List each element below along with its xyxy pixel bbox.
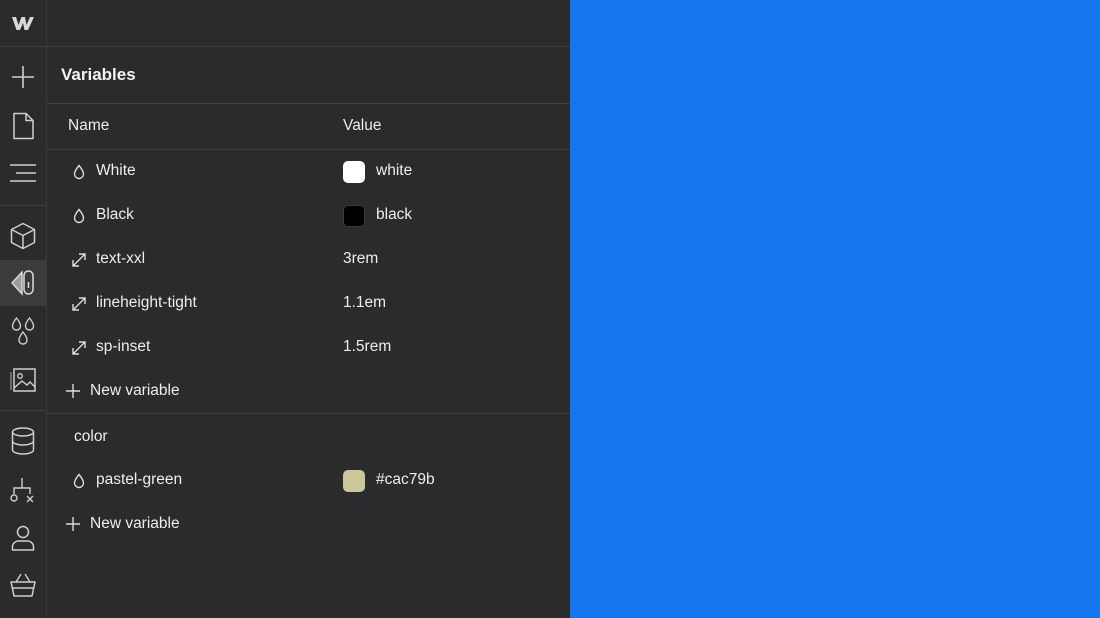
plus-icon — [66, 384, 80, 398]
variable-row-text-xxl[interactable]: text-xxl 3rem — [47, 238, 570, 282]
rail-divider — [0, 46, 46, 47]
variable-name[interactable]: lineheight-tight — [96, 294, 197, 312]
group-name[interactable]: color — [74, 428, 108, 446]
new-variable-label: New variable — [90, 515, 180, 532]
resize-arrow-icon — [72, 253, 86, 267]
logic-icon[interactable] — [0, 467, 46, 513]
variable-row-black[interactable]: Black black — [47, 194, 570, 238]
variable-name[interactable]: pastel-green — [96, 471, 182, 489]
variables-icon[interactable] — [0, 308, 46, 354]
style-manager-icon[interactable] — [0, 260, 46, 306]
variable-row-sp-inset[interactable]: sp-inset 1.5rem — [47, 326, 570, 370]
ecommerce-icon[interactable] — [0, 562, 46, 608]
rail-divider — [0, 410, 46, 411]
variables-panel: Variables Name Value White white Black b… — [47, 0, 570, 618]
variable-name[interactable]: White — [96, 162, 136, 180]
variable-value[interactable]: 1.5rem — [343, 338, 391, 356]
variable-value[interactable]: #cac79b — [376, 471, 435, 489]
color-swatch[interactable] — [343, 470, 365, 492]
new-variable-button[interactable]: New variable — [65, 379, 180, 403]
components-icon[interactable] — [0, 213, 46, 259]
new-variable-label: New variable — [90, 382, 180, 399]
variable-value[interactable]: 3rem — [343, 250, 378, 268]
variable-row-white[interactable]: White white — [47, 150, 570, 194]
variable-name[interactable]: text-xxl — [96, 250, 145, 268]
resize-arrow-icon — [72, 341, 86, 355]
users-icon[interactable] — [0, 515, 46, 561]
navigator-icon[interactable] — [0, 150, 46, 196]
divider — [47, 413, 570, 414]
variable-row-pastel-green[interactable]: pastel-green #cac79b — [47, 459, 570, 503]
plus-icon — [66, 517, 80, 531]
add-icon[interactable] — [0, 54, 46, 100]
column-header-value: Value — [343, 117, 382, 134]
design-canvas[interactable] — [570, 0, 1100, 618]
divider — [47, 46, 570, 47]
new-variable-button[interactable]: New variable — [65, 512, 180, 536]
variable-value[interactable]: 1.1em — [343, 294, 386, 312]
droplet-icon — [73, 164, 85, 180]
panel-title: Variables — [61, 65, 136, 84]
page-icon[interactable] — [0, 103, 46, 149]
column-header-name: Name — [68, 117, 110, 134]
left-toolbar — [0, 0, 47, 618]
color-swatch[interactable] — [343, 205, 365, 227]
rail-divider — [0, 205, 46, 206]
webflow-logo-icon[interactable] — [0, 0, 46, 46]
variable-name[interactable]: sp-inset — [96, 338, 150, 356]
variable-name[interactable]: Black — [96, 206, 134, 224]
variable-value[interactable]: black — [376, 206, 412, 224]
droplet-icon — [73, 208, 85, 224]
divider — [47, 103, 570, 104]
assets-icon[interactable] — [0, 357, 46, 403]
color-swatch[interactable] — [343, 161, 365, 183]
resize-arrow-icon — [72, 297, 86, 311]
droplet-icon — [73, 473, 85, 489]
variable-value[interactable]: white — [376, 162, 412, 180]
variable-row-lineheight-tight[interactable]: lineheight-tight 1.1em — [47, 282, 570, 326]
cms-icon[interactable] — [0, 418, 46, 464]
